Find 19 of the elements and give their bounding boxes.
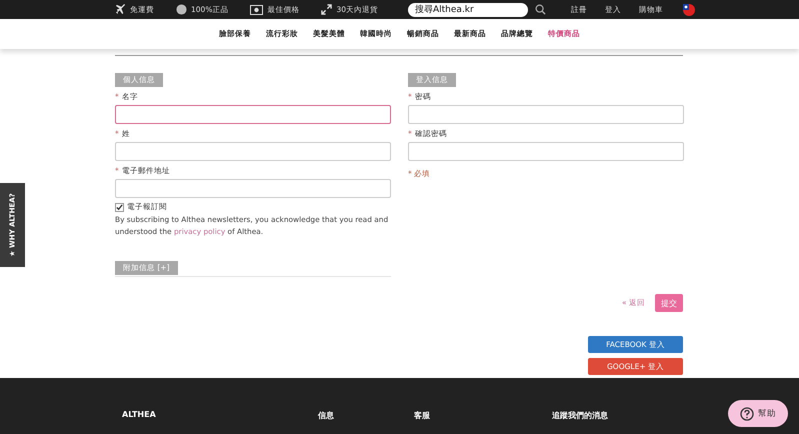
input-field[interactable] <box>115 142 391 161</box>
plane-icon <box>115 4 126 15</box>
footer-heading: 追蹤我們的消息 <box>552 410 608 421</box>
search-icon[interactable] <box>535 4 546 15</box>
checkbox[interactable] <box>115 202 124 212</box>
question-icon <box>740 406 754 420</box>
input-field[interactable] <box>115 105 391 124</box>
circle-icon <box>176 4 187 15</box>
search-field[interactable]: 搜尋Althea.kr <box>408 2 528 16</box>
input-field[interactable] <box>408 142 684 161</box>
footer-heading: 信息 <box>318 410 334 421</box>
footer-heading: ALTHEA <box>122 410 156 419</box>
footer-heading: 客服 <box>414 410 430 421</box>
input-field[interactable] <box>115 179 391 198</box>
flag-icon[interactable] <box>683 4 695 16</box>
arrows-icon <box>321 4 332 15</box>
help-button[interactable]: 幫助 <box>728 400 788 427</box>
input-field[interactable] <box>408 105 684 124</box>
banknote-icon <box>250 4 264 14</box>
